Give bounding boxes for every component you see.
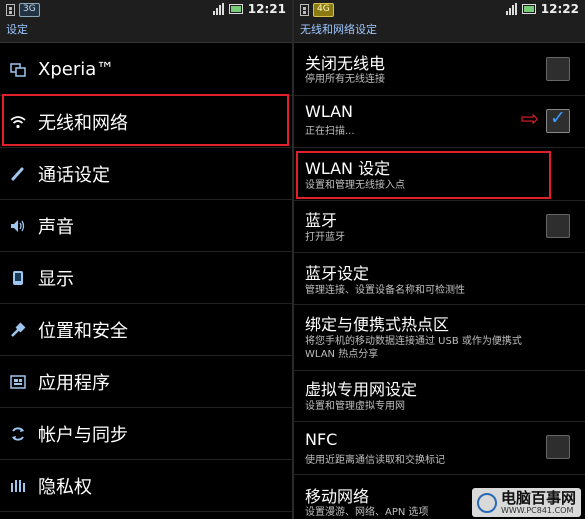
setting-vpn[interactable]: 虚拟专用网设定 设置和管理虚拟专用网 [294,371,585,422]
battery-icon [521,4,536,14]
checkmark-icon: ✓ [550,107,566,129]
apps-icon [9,373,27,391]
sim-icon [6,4,15,16]
page-title: 无线和网络设定 [294,19,585,43]
page-title: 设定 [0,19,292,43]
setting-title: 蓝牙设定 [305,264,370,283]
sync-icon [9,425,27,443]
menu-item-label: 应用程序 [38,372,110,394]
menu-item-label: 通话设定 [38,164,110,186]
privacy-icon [9,477,27,495]
settings-panel: 3G 12:21 设定 Xperia™ 无线和网络 通话设定 声音 显示 位置和… [0,0,292,519]
battery-icon [228,4,243,14]
menu-item-display[interactable]: 显示 [0,252,292,304]
location-lock-icon [9,321,27,339]
setting-subtitle: 打开蓝牙 [305,232,345,243]
setting-bluetooth[interactable]: 蓝牙 打开蓝牙 [294,201,585,253]
setting-title: WLAN [305,102,354,121]
setting-title: NFC [305,430,338,449]
sim-icon [300,4,309,16]
highlight-box [296,151,551,199]
menu-item-location-security[interactable]: 位置和安全 [0,304,292,356]
setting-subtitle: 使用近距离通信读取和交换标记 [305,455,445,466]
setting-subtitle: 正在扫描... [305,126,355,137]
setting-subtitle: 将您手机的移动数据连接通过 USB 或作为便携式 WLAN 热点分享 [305,336,522,360]
setting-title: 虚拟专用网设定 [305,380,418,399]
status-bar: 3G 12:21 [0,0,292,19]
network-type-badge: 4G [313,3,334,17]
status-time: 12:22 [540,2,579,16]
status-time: 12:21 [247,2,286,16]
menu-item-sound[interactable]: 声音 [0,200,292,252]
setting-subtitle: 设置和管理虚拟专用网 [305,401,405,412]
site-logo-icon [476,492,497,513]
wlan-checkbox[interactable]: ✓ [546,107,570,133]
setting-title: 移动网络 [305,487,370,506]
menu-item-privacy[interactable]: 隐私权 [0,460,292,512]
menu-item-label: 隐私权 [38,476,92,498]
setting-title: 蓝牙 [305,211,338,230]
bluetooth-checkbox[interactable] [546,214,570,238]
menu-item-label: 帐户与同步 [38,424,128,446]
menu-item-label: 位置和安全 [38,320,128,342]
arrow-right-icon: ⇨ [520,107,539,132]
setting-subtitle: 管理连接、设置设备名称和可检测性 [305,285,465,296]
setting-nfc[interactable]: NFC 使用近距离通信读取和交换标记 [294,422,585,475]
menu-item-label: 声音 [38,216,74,238]
setting-bluetooth-settings[interactable]: 蓝牙设定 管理连接、设置设备名称和可检测性 [294,253,585,305]
watermark-site: WWW.PC841.COM [500,506,574,515]
menu-item-call-settings[interactable]: 通话设定 [0,148,292,200]
highlight-box [2,94,289,146]
airplane-mode-checkbox[interactable] [546,57,570,81]
menu-item-accounts-sync[interactable]: 帐户与同步 [0,408,292,460]
signal-icon [212,3,224,15]
menu-item-label: 显示 [38,268,74,290]
setting-wlan[interactable]: WLAN 正在扫描... ⇨ ✓ [294,96,585,148]
menu-item-applications[interactable]: 应用程序 [0,356,292,408]
setting-subtitle: 停用所有无线连接 [305,74,385,85]
setting-tethering-hotspot[interactable]: 绑定与便携式热点区 将您手机的移动数据连接通过 USB 或作为便携式 WLAN … [294,305,585,371]
setting-title: 关闭无线电 [305,54,386,73]
status-bar: 4G 12:22 [294,0,585,19]
watermark-name: 电脑百事网 [500,489,576,507]
wireless-settings-panel: 4G 12:22 无线和网络设定 关闭无线电 停用所有无线连接 WLAN 正在扫… [294,0,585,519]
phone-window-icon [9,61,27,79]
site-watermark: 电脑百事网 WWW.PC841.COM [471,488,581,517]
handset-icon [9,165,27,183]
signal-icon [505,3,517,15]
network-type-badge: 3G [19,3,40,17]
setting-title: 绑定与便携式热点区 [305,315,450,334]
nfc-checkbox[interactable] [546,435,570,459]
setting-airplane-mode[interactable]: 关闭无线电 停用所有无线连接 [294,44,585,96]
speaker-icon [9,217,27,235]
menu-item-xperia[interactable]: Xperia™ [0,44,292,96]
display-icon [9,269,27,287]
menu-item-label: Xperia™ [38,59,115,80]
